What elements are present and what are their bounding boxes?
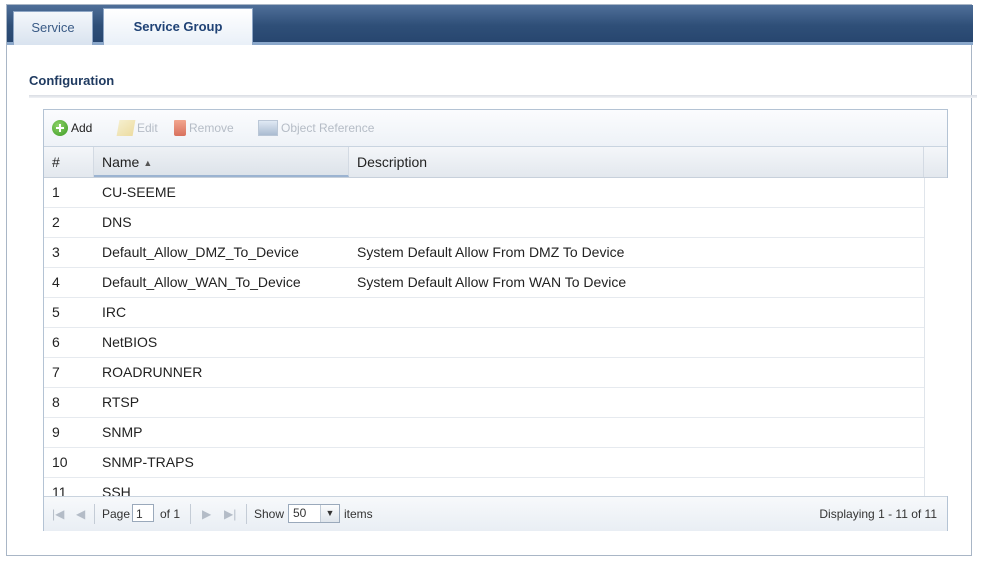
row-description: System Default Allow From WAN To Device bbox=[357, 274, 627, 290]
row-name: SNMP-TRAPS bbox=[102, 454, 194, 470]
edit-button[interactable]: Edit bbox=[116, 119, 158, 137]
table-row[interactable]: 6 NetBIOS bbox=[44, 328, 924, 358]
row-name: Default_Allow_WAN_To_Device bbox=[102, 274, 301, 290]
column-header-name[interactable]: Name ▲ bbox=[94, 147, 349, 177]
remove-button[interactable]: Remove bbox=[174, 119, 234, 137]
row-name: IRC bbox=[102, 304, 127, 320]
last-page-icon[interactable]: ▶| bbox=[224, 506, 236, 522]
add-button[interactable]: Add bbox=[52, 119, 92, 137]
column-header-name-label: Name bbox=[102, 154, 140, 170]
table-row[interactable]: 10 SNMP-TRAPS bbox=[44, 448, 924, 478]
row-name: Default_Allow_DMZ_To_Device bbox=[102, 244, 299, 260]
row-name: ROADRUNNER bbox=[102, 364, 203, 380]
row-number: 2 bbox=[52, 214, 60, 230]
row-number: 4 bbox=[52, 274, 60, 290]
section-divider bbox=[29, 95, 977, 98]
service-group-panel: Add Edit Remove Object Reference # Name ▲… bbox=[43, 109, 948, 531]
column-header-description[interactable]: Description bbox=[349, 147, 924, 177]
table-row[interactable]: 5 IRC bbox=[44, 298, 924, 328]
displaying-count: Displaying 1 - 11 of 11 bbox=[819, 507, 937, 521]
row-name: CU-SEEME bbox=[102, 184, 176, 200]
tab-bar: Service Service Group bbox=[7, 5, 973, 45]
pager-divider bbox=[94, 504, 95, 524]
row-name: SNMP bbox=[102, 424, 143, 440]
pager-divider bbox=[246, 504, 247, 524]
items-label: items bbox=[344, 507, 373, 521]
row-number: 3 bbox=[52, 244, 60, 260]
add-icon bbox=[52, 120, 68, 136]
row-number: 8 bbox=[52, 394, 60, 410]
table-row[interactable]: 7 ROADRUNNER bbox=[44, 358, 924, 388]
pager-divider bbox=[190, 504, 191, 524]
table-row[interactable]: 1 CU-SEEME bbox=[44, 178, 924, 208]
row-description: System Default Allow From DMZ To Device bbox=[357, 244, 625, 260]
trash-icon bbox=[174, 120, 186, 136]
row-name: RTSP bbox=[102, 394, 140, 410]
chevron-down-icon: ▼ bbox=[320, 505, 339, 522]
row-number: 10 bbox=[52, 454, 68, 470]
table-row[interactable]: 8 RTSP bbox=[44, 388, 924, 418]
page-size-select[interactable]: 50 ▼ bbox=[288, 504, 340, 523]
row-number: 7 bbox=[52, 364, 60, 380]
previous-page-icon[interactable]: ◀ bbox=[76, 506, 85, 522]
object-reference-icon bbox=[258, 120, 278, 136]
tab-service-group[interactable]: Service Group bbox=[103, 8, 253, 45]
add-label: Add bbox=[71, 121, 93, 135]
remove-label: Remove bbox=[189, 121, 234, 135]
page-size-value: 50 bbox=[293, 506, 307, 520]
row-number: 1 bbox=[52, 184, 60, 200]
row-number: 6 bbox=[52, 334, 60, 350]
row-number: 9 bbox=[52, 424, 60, 440]
row-name: NetBIOS bbox=[102, 334, 158, 350]
row-number: 5 bbox=[52, 304, 60, 320]
row-name: DNS bbox=[102, 214, 132, 230]
object-reference-button[interactable]: Object Reference bbox=[258, 119, 374, 137]
toolbar: Add Edit Remove Object Reference bbox=[44, 110, 947, 147]
page-label: Page bbox=[102, 507, 131, 521]
page-number-input[interactable]: 1 bbox=[132, 504, 154, 522]
table-header: # Name ▲ Description bbox=[44, 147, 947, 178]
edit-icon bbox=[116, 120, 136, 136]
column-header-number[interactable]: # bbox=[44, 147, 94, 177]
window-frame: Service Service Group Configuration Add … bbox=[6, 4, 977, 556]
show-label: Show bbox=[254, 507, 285, 521]
edit-label: Edit bbox=[137, 121, 158, 135]
table-body: 1 CU-SEEME 2 DNS 3 Default_Allow_DMZ_To_Devic… bbox=[44, 178, 924, 508]
page-count-label: of 1 bbox=[160, 507, 181, 521]
pagination-bar: |◀ ◀ Page 1 of 1 ▶ ▶| Show 50 ▼ items Di… bbox=[44, 496, 947, 531]
table-scroll-gutter bbox=[924, 178, 948, 496]
table-row[interactable]: 9 SNMP bbox=[44, 418, 924, 448]
section-title: Configuration bbox=[29, 73, 115, 88]
table-row[interactable]: 4 Default_Allow_WAN_To_Device System Defau… bbox=[44, 268, 924, 298]
table-row[interactable]: 2 DNS bbox=[44, 208, 924, 238]
table-row[interactable]: 3 Default_Allow_DMZ_To_Device System Defau… bbox=[44, 238, 924, 268]
object-reference-label: Object Reference bbox=[281, 121, 375, 135]
next-page-icon[interactable]: ▶ bbox=[202, 506, 211, 522]
tab-service[interactable]: Service bbox=[13, 11, 93, 45]
first-page-icon[interactable]: |◀ bbox=[52, 506, 64, 522]
sort-ascending-icon: ▲ bbox=[143, 158, 153, 169]
